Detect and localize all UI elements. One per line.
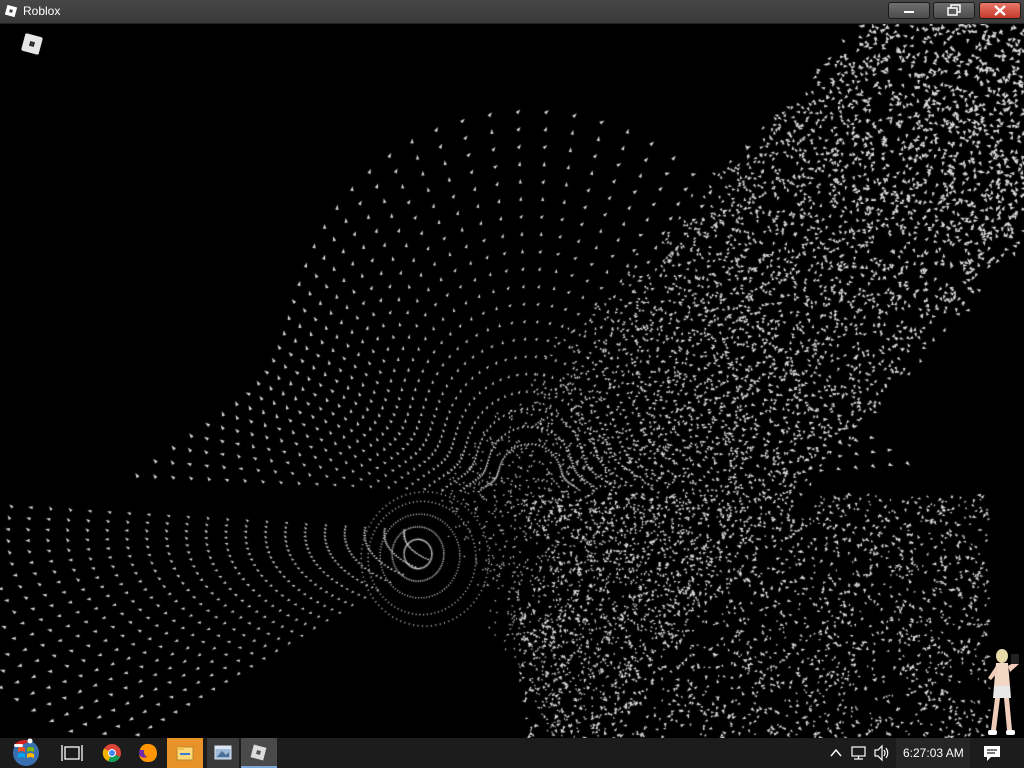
maximize-icon — [947, 4, 961, 16]
show-hidden-icons-button[interactable] — [826, 738, 846, 768]
app-button[interactable] — [207, 738, 239, 768]
firefox-button[interactable] — [132, 738, 164, 768]
desktop-figure-image — [988, 649, 1019, 735]
window-title: Roblox — [23, 4, 61, 18]
taskbar: 6:27:03 AM — [0, 738, 1024, 768]
particle-scene — [0, 24, 1024, 738]
action-center-icon — [984, 746, 1000, 761]
close-icon — [994, 5, 1006, 16]
close-button[interactable] — [979, 2, 1021, 19]
roblox-logo-icon[interactable] — [19, 31, 45, 57]
task-view-icon — [61, 745, 83, 761]
roblox-icon — [250, 744, 267, 761]
game-viewport[interactable] — [0, 24, 1024, 738]
folder-icon — [176, 746, 194, 761]
task-view-button[interactable] — [56, 738, 88, 768]
file-explorer-button[interactable] — [167, 738, 203, 768]
roblox-icon — [4, 4, 18, 18]
roblox-taskbar-button[interactable] — [241, 738, 277, 768]
start-button[interactable] — [6, 738, 46, 768]
clock: 6:27:03 AM — [903, 746, 964, 760]
network-button[interactable] — [849, 738, 869, 768]
chrome-icon — [102, 744, 121, 763]
firefox-icon — [139, 743, 157, 762]
chrome-button[interactable] — [96, 738, 128, 768]
minimize-icon — [904, 11, 914, 13]
volume-button[interactable] — [872, 738, 892, 768]
app-window-icon — [214, 745, 232, 760]
minimize-button[interactable] — [888, 2, 930, 19]
network-icon — [851, 746, 866, 760]
title-bar: Roblox — [0, 0, 1024, 24]
volume-icon — [874, 744, 889, 762]
action-center-button[interactable] — [980, 738, 1004, 768]
windows-start-icon — [13, 738, 39, 766]
chevron-up-icon — [830, 748, 842, 757]
maximize-button[interactable] — [933, 2, 975, 19]
